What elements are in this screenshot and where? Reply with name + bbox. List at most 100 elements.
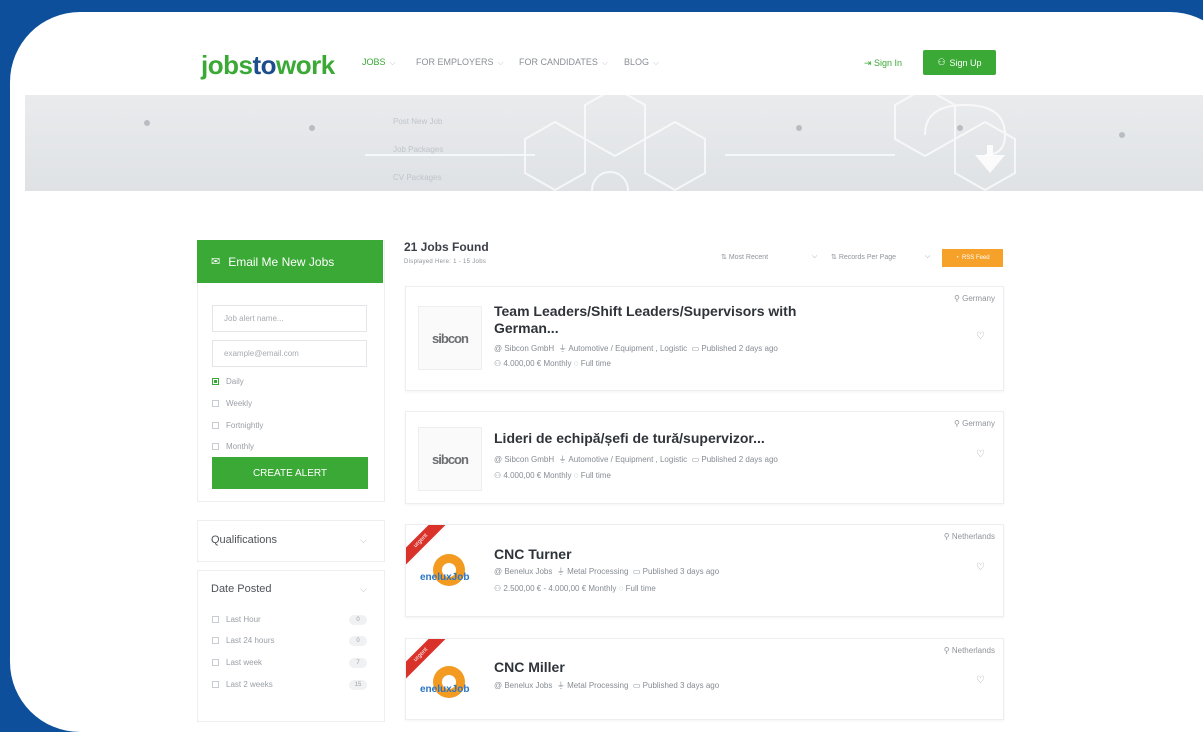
count-badge: 15 — [349, 680, 367, 690]
checkbox-icon — [212, 443, 219, 450]
sort-icon: ⇅ — [831, 254, 839, 261]
displayed-range: Displayed Here: 1 - 15 Jobs — [404, 259, 487, 265]
company-logo: sibcon — [418, 306, 482, 370]
location-pin-icon: ⚲ — [954, 294, 963, 303]
nav-for-candidates[interactable]: FOR CANDIDATES ⌵ — [519, 57, 608, 68]
gear-logo-icon — [433, 666, 465, 698]
money-icon: ⚇ — [494, 471, 504, 480]
chevron-down-icon: ⌵ — [601, 58, 608, 67]
clock-icon: ◌ — [573, 359, 579, 368]
count-badge: 0 — [349, 615, 367, 625]
sign-in-icon: ⇥ — [864, 58, 875, 68]
calendar-icon: ▭ — [632, 681, 641, 690]
rss-feed-button[interactable]: ◔ RSS Feed — [942, 249, 1003, 267]
job-alert-name-input[interactable]: Job alert name... — [212, 305, 367, 332]
checkbox-icon — [212, 659, 219, 666]
clock-icon: ◌ — [618, 584, 624, 593]
sort-icon: ⇅ — [721, 254, 729, 261]
money-icon: ⚇ — [494, 359, 504, 368]
dropdown-item[interactable]: Post New Job — [393, 108, 443, 136]
job-card[interactable]: urgent — [405, 638, 1004, 720]
envelope-icon: ✉ — [211, 256, 221, 268]
checkbox-icon — [212, 681, 219, 688]
gear-logo-icon — [433, 554, 465, 586]
calendar-icon: ▭ — [632, 567, 641, 576]
company-logo: sibcon — [418, 427, 482, 491]
calendar-icon: ▭ — [691, 344, 700, 353]
chevron-down-icon: ⌵ — [389, 58, 396, 67]
checkbox-icon — [212, 422, 219, 429]
job-location: ⚲ Netherlands — [943, 532, 995, 541]
rss-icon: ◔ — [955, 255, 959, 261]
job-location: ⚲ Netherlands — [943, 646, 995, 655]
qualifications-title: Qualifications — [211, 534, 278, 546]
jobs-found-count: 21 Jobs Found — [404, 240, 489, 254]
sign-up-button[interactable]: ⚇ Sign Up — [923, 50, 996, 75]
per-page-select[interactable]: ⇅ Records Per Page — [831, 253, 896, 261]
job-location: ⚲ Germany — [954, 419, 995, 428]
count-badge: 7 — [349, 658, 367, 668]
filter-icon: ⏚ — [556, 567, 565, 576]
job-title[interactable]: CNC Turner — [494, 546, 854, 563]
filter-icon: ⏚ — [558, 344, 567, 353]
heart-icon[interactable]: ♡ — [976, 562, 985, 573]
nav-jobs[interactable]: JOBS ⌵ — [362, 57, 396, 68]
clock-icon: ◌ — [573, 471, 579, 480]
checkbox-checked-icon — [212, 378, 219, 385]
date-option[interactable]: Last Hour — [212, 615, 261, 624]
hero-banner — [25, 95, 1203, 191]
date-option[interactable]: Last 24 hours — [212, 636, 274, 645]
chevron-down-icon[interactable]: ⌵ — [812, 253, 817, 261]
job-title[interactable]: Lideri de echipă/șefi de tură/supervizor… — [494, 430, 854, 447]
company-logo: eneluxJob — [418, 652, 480, 714]
chevron-down-icon[interactable]: ⌵ — [360, 584, 367, 595]
count-badge: 0 — [349, 636, 367, 646]
dropdown-item[interactable]: Job Packages — [393, 136, 443, 164]
nav-for-employers[interactable]: FOR EMPLOYERS ⌵ — [416, 57, 504, 68]
heart-icon[interactable]: ♡ — [976, 331, 985, 342]
sign-in-link[interactable]: ⇥ Sign In — [864, 58, 902, 69]
chevron-down-icon[interactable]: ⌵ — [360, 535, 367, 546]
heart-icon[interactable]: ♡ — [976, 675, 985, 686]
user-add-icon: ⚇ — [937, 57, 946, 67]
job-meta: @ Sibcon GmbH ⏚ Automotive / Equipment ,… — [494, 455, 778, 464]
dropdown-item[interactable]: CV Packages — [393, 164, 443, 192]
hero-pattern — [144, 95, 1125, 191]
company-logo: eneluxJob — [418, 540, 480, 602]
chevron-down-icon[interactable]: ⌵ — [925, 253, 930, 261]
location-pin-icon: ⚲ — [954, 419, 963, 428]
create-alert-button[interactable]: CREATE ALERT — [212, 457, 368, 489]
job-salary: ⚇ 2.500,00 € - 4.000,00 € Monthly ◌ Full… — [494, 584, 656, 593]
calendar-icon: ▭ — [691, 455, 700, 464]
location-pin-icon: ⚲ — [943, 646, 952, 655]
date-option[interactable]: Last week — [212, 658, 262, 667]
job-alert-header: ✉ Email Me New Jobs — [197, 240, 383, 283]
job-meta: @ Sibcon GmbH ⏚ Automotive / Equipment ,… — [494, 344, 778, 353]
checkbox-icon — [212, 616, 219, 623]
job-card[interactable] — [405, 286, 1004, 391]
site-logo[interactable]: jobstowork — [201, 50, 335, 81]
filter-icon: ⏚ — [556, 681, 565, 690]
chevron-down-icon: ⌵ — [497, 58, 504, 67]
job-title[interactable]: Team Leaders/Shift Leaders/Supervisors w… — [494, 303, 854, 337]
nav-blog[interactable]: BLOG ⌵ — [624, 57, 659, 68]
frequency-monthly[interactable]: Monthly — [212, 442, 254, 451]
job-location: ⚲ Germany — [954, 294, 995, 303]
job-meta: @ Benelux Jobs ⏚ Metal Processing ▭ Publ… — [494, 681, 720, 690]
job-salary: ⚇ 4.000,00 € Monthly ◌ Full time — [494, 359, 611, 368]
job-alert-email-input[interactable]: example@email.com — [212, 340, 367, 367]
date-posted-title: Date Posted — [211, 583, 272, 595]
frequency-fortnightly[interactable]: Fortnightly — [212, 421, 263, 430]
chevron-down-icon: ⌵ — [653, 58, 660, 67]
filter-icon: ⏚ — [558, 455, 567, 464]
money-icon: ⚇ — [494, 584, 504, 593]
heart-icon[interactable]: ♡ — [976, 449, 985, 460]
checkbox-icon — [212, 400, 219, 407]
job-title[interactable]: CNC Miller — [494, 659, 854, 676]
frequency-daily[interactable]: Daily — [212, 377, 244, 386]
sort-select[interactable]: ⇅ Most Recent — [721, 253, 768, 261]
location-pin-icon: ⚲ — [943, 532, 952, 541]
date-option[interactable]: Last 2 weeks — [212, 680, 273, 689]
frequency-weekly[interactable]: Weekly — [212, 399, 252, 408]
employers-dropdown: Post New Job Job Packages CV Packages — [393, 108, 443, 192]
